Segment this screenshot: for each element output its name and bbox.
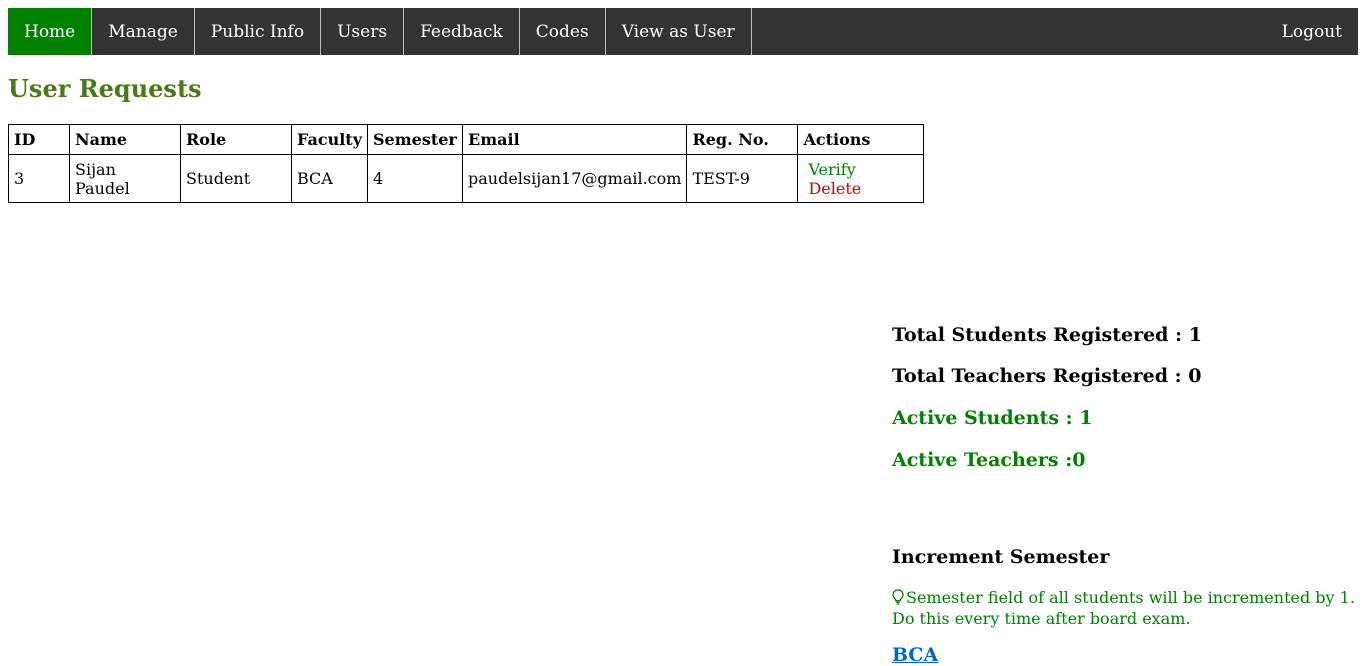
header-role: Role bbox=[180, 124, 292, 155]
increment-semester-title: Increment Semester bbox=[892, 546, 1110, 568]
increment-note-text: Semester field of all students will be i… bbox=[892, 588, 1355, 628]
cell-semester: 4 bbox=[367, 154, 463, 203]
active-students-stat: Active Students : 1 bbox=[892, 407, 1093, 429]
increment-note: Semester field of all students will be i… bbox=[892, 588, 1362, 628]
verify-link[interactable]: Verify bbox=[803, 160, 860, 179]
nav-codes[interactable]: Codes bbox=[520, 8, 606, 55]
delete-link[interactable]: Delete bbox=[803, 179, 866, 198]
cell-email: paudelsijan17@gmail.com bbox=[461, 154, 688, 203]
header-name: Name bbox=[69, 124, 181, 155]
total-teachers-stat: Total Teachers Registered : 0 bbox=[892, 365, 1202, 387]
table-header-row: ID Name Role Faculty Semester Email Reg.… bbox=[8, 124, 925, 155]
header-email: Email bbox=[461, 124, 688, 155]
cell-name: Sijan Paudel bbox=[69, 154, 181, 203]
user-requests-table: ID Name Role Faculty Semester Email Reg.… bbox=[8, 124, 925, 203]
cell-faculty: BCA bbox=[291, 154, 368, 203]
nav-logout[interactable]: Logout bbox=[1266, 8, 1358, 55]
cell-actions: Verify Delete bbox=[797, 154, 925, 203]
table-row: 3 Sijan Paudel Student BCA 4 paudelsijan… bbox=[8, 154, 925, 203]
header-actions: Actions bbox=[797, 124, 925, 155]
header-faculty: Faculty bbox=[291, 124, 368, 155]
nav-home[interactable]: Home bbox=[8, 8, 93, 55]
header-semester: Semester bbox=[367, 124, 463, 155]
nav-manage[interactable]: Manage bbox=[92, 8, 195, 55]
active-teachers-stat: Active Teachers :0 bbox=[892, 449, 1086, 471]
nav-view-as-user[interactable]: View as User bbox=[606, 8, 752, 55]
lightbulb-icon bbox=[892, 589, 904, 609]
header-id: ID bbox=[8, 124, 70, 155]
cell-reg-no: TEST-9 bbox=[686, 154, 799, 203]
header-reg-no: Reg. No. bbox=[686, 124, 799, 155]
cell-id: 3 bbox=[8, 154, 70, 203]
cell-role: Student bbox=[180, 154, 292, 203]
nav-feedback[interactable]: Feedback bbox=[404, 8, 520, 55]
nav-users[interactable]: Users bbox=[321, 8, 405, 55]
top-navbar: Home Manage Public Info Users Feedback C… bbox=[8, 8, 1358, 55]
page-title: User Requests bbox=[8, 74, 202, 103]
total-students-stat: Total Students Registered : 1 bbox=[892, 324, 1202, 346]
nav-public-info[interactable]: Public Info bbox=[195, 8, 322, 55]
faculty-bca-link[interactable]: BCA bbox=[892, 644, 938, 666]
